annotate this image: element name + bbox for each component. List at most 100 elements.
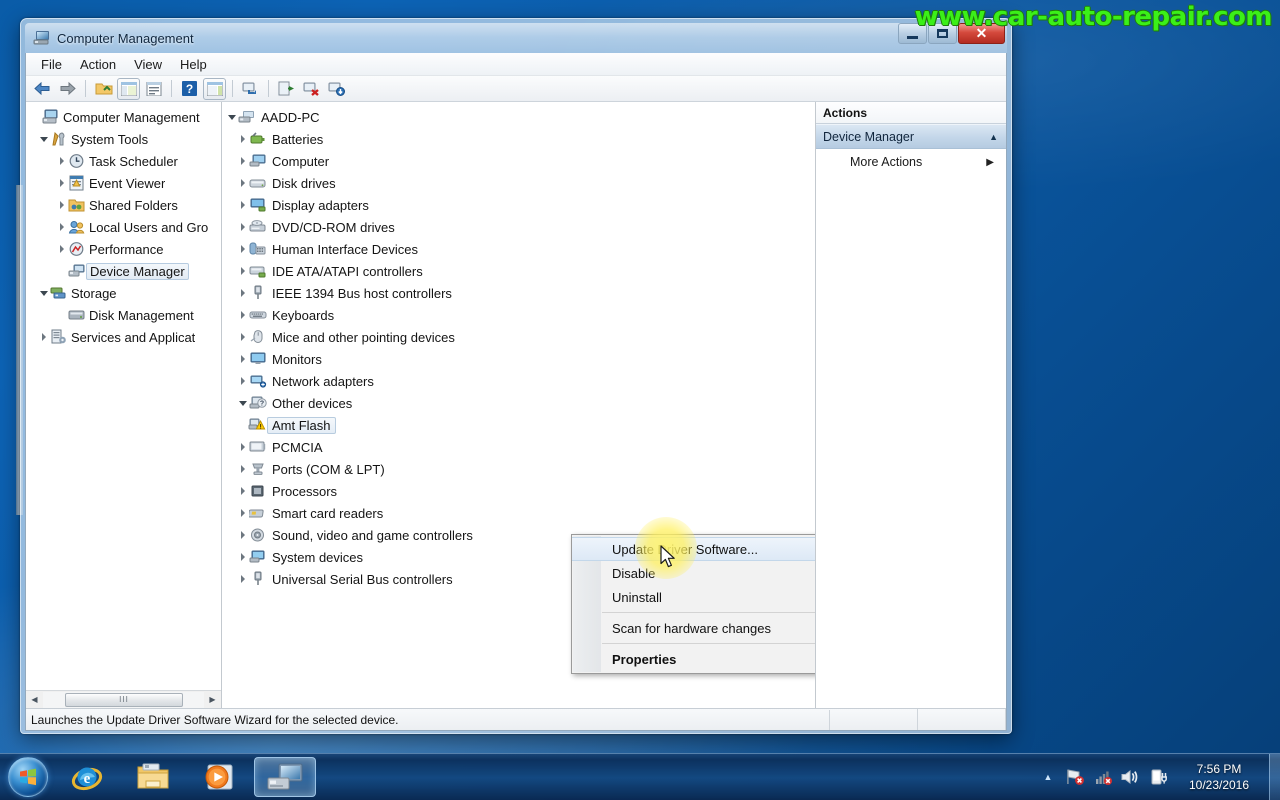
device-node-monitors[interactable]: Monitors [222, 348, 815, 370]
device-node-human-interface-devices[interactable]: Human Interface Devices [222, 238, 815, 260]
properties-icon[interactable] [142, 78, 165, 100]
tree-item-storage[interactable]: Storage [26, 282, 221, 304]
device-node-network-adapters[interactable]: Network adapters [222, 370, 815, 392]
device-node-ports[interactable]: Ports (COM & LPT) [222, 458, 815, 480]
expander-closed[interactable] [236, 355, 249, 363]
taskbar-button-internet-explorer[interactable]: e [56, 757, 118, 797]
scroll-left-arrow[interactable]: ◀ [26, 692, 43, 708]
context-menu-item-scan-for-hardware-changes[interactable]: Scan for hardware changes [572, 616, 815, 640]
tree-item-task-scheduler[interactable]: Task Scheduler [26, 150, 221, 172]
network-error-icon[interactable] [1061, 768, 1089, 786]
expander-closed[interactable] [236, 311, 249, 319]
expander-open[interactable] [236, 400, 249, 406]
tree-item-services-and-applications[interactable]: Services and Applicat [26, 326, 221, 348]
menu-view[interactable]: View [125, 55, 171, 74]
device-node-disk-drives[interactable]: Disk drives [222, 172, 815, 194]
tree-item-computer-management[interactable]: Computer Management [26, 106, 221, 128]
scan-hardware-changes-icon[interactable] [239, 78, 262, 100]
console-tree-hscrollbar[interactable]: ◀ III ▶ [26, 690, 221, 708]
expander-closed[interactable] [236, 465, 249, 473]
uninstall-device-icon[interactable] [300, 78, 323, 100]
taskbar-button-computer-management[interactable] [254, 757, 316, 797]
update-driver-icon[interactable] [275, 78, 298, 100]
expander-closed[interactable] [236, 443, 249, 451]
tree-item-device-manager[interactable]: Device Manager [26, 260, 221, 282]
expander-closed[interactable] [236, 201, 249, 209]
action-item-more-actions[interactable]: More Actions ▶ [816, 149, 1006, 175]
expander-open[interactable] [37, 136, 50, 142]
show-hidden-icons-button[interactable]: ▲ [1035, 772, 1061, 782]
expander-closed[interactable] [236, 267, 249, 275]
expander-open[interactable] [37, 290, 50, 296]
device-node-pcmcia[interactable]: PCMCIA [222, 436, 815, 458]
expander-closed[interactable] [55, 223, 68, 231]
device-node-ide-ata-atapi-controllers[interactable]: IDE ATA/ATAPI controllers [222, 260, 815, 282]
up-folder-icon[interactable] [92, 78, 115, 100]
menu-file[interactable]: File [32, 55, 71, 74]
taskbar-button-windows-media-player[interactable] [188, 757, 250, 797]
show-hide-action-pane-icon[interactable] [203, 77, 226, 100]
expander-closed[interactable] [236, 179, 249, 187]
device-tree-pane[interactable]: AADD-PC Batteries Computer Disk drives D… [222, 102, 816, 708]
device-node-display-adapters[interactable]: Display adapters [222, 194, 815, 216]
device-node-aadd-pc[interactable]: AADD-PC [222, 106, 815, 128]
device-node-other-devices[interactable]: ? Other devices [222, 392, 815, 414]
expander-closed[interactable] [236, 487, 249, 495]
device-context-menu[interactable]: Update Driver Software... Disable Uninst… [571, 534, 815, 674]
context-menu-item-uninstall[interactable]: Uninstall [572, 585, 815, 609]
expander-closed[interactable] [236, 157, 249, 165]
expander-closed[interactable] [37, 333, 50, 341]
expander-closed[interactable] [55, 201, 68, 209]
device-node-keyboards[interactable]: Keyboards [222, 304, 815, 326]
help-icon[interactable]: ? [178, 78, 201, 100]
hscroll-track[interactable]: III [43, 691, 204, 708]
device-node-processors[interactable]: Processors [222, 480, 815, 502]
device-node-amt-flash[interactable]: Amt Flash [222, 414, 815, 436]
menu-help[interactable]: Help [171, 55, 216, 74]
device-node-smart-card-readers[interactable]: Smart card readers [222, 502, 815, 524]
expander-closed[interactable] [55, 157, 68, 165]
context-menu-item-update-driver-software[interactable]: Update Driver Software... [572, 537, 815, 561]
volume-icon[interactable] [1117, 768, 1145, 786]
device-node-computer[interactable]: Computer [222, 150, 815, 172]
device-node-mice-and-other-pointing-devices[interactable]: Mice and other pointing devices [222, 326, 815, 348]
show-desktop-button[interactable] [1269, 754, 1280, 800]
tree-item-system-tools[interactable]: System Tools [26, 128, 221, 150]
expander-closed[interactable] [236, 377, 249, 385]
console-tree[interactable]: Computer Management System Tools Task Sc… [26, 102, 221, 690]
start-button[interactable] [4, 755, 52, 799]
forward-icon[interactable] [56, 78, 79, 100]
back-icon[interactable] [31, 78, 54, 100]
scroll-right-arrow[interactable]: ▶ [204, 692, 221, 708]
device-node-ieee-1394-bus-host-controllers[interactable]: IEEE 1394 Bus host controllers [222, 282, 815, 304]
expander-closed[interactable] [55, 179, 68, 187]
expander-open[interactable] [225, 114, 238, 120]
expander-closed[interactable] [236, 509, 249, 517]
expander-closed[interactable] [236, 245, 249, 253]
context-menu-item-disable[interactable]: Disable [572, 561, 815, 585]
install-legacy-hardware-icon[interactable] [325, 78, 348, 100]
clock[interactable]: 7:56 PM 10/23/2016 [1173, 761, 1265, 793]
taskbar-button-windows-explorer[interactable] [122, 757, 184, 797]
device-node-batteries[interactable]: Batteries [222, 128, 815, 150]
expander-closed[interactable] [236, 553, 249, 561]
tree-item-shared-folders[interactable]: Shared Folders [26, 194, 221, 216]
power-icon[interactable] [1145, 768, 1173, 786]
tree-item-disk-management[interactable]: Disk Management [26, 304, 221, 326]
context-menu-item-properties[interactable]: Properties [572, 647, 815, 671]
expander-closed[interactable] [236, 289, 249, 297]
tree-item-performance[interactable]: Performance [26, 238, 221, 260]
hscroll-thumb[interactable]: III [65, 692, 183, 707]
chevron-up-icon[interactable]: ▲ [989, 132, 998, 142]
expander-closed[interactable] [236, 135, 249, 143]
window-titlebar[interactable]: Computer Management ✕ [25, 23, 1007, 53]
expander-closed[interactable] [236, 575, 249, 583]
expander-closed[interactable] [236, 223, 249, 231]
expander-closed[interactable] [236, 531, 249, 539]
tree-item-event-viewer[interactable]: Event Viewer [26, 172, 221, 194]
actions-group-device-manager[interactable]: Device Manager ▲ [816, 124, 1006, 149]
menu-action[interactable]: Action [71, 55, 125, 74]
show-hide-console-tree-icon[interactable] [117, 77, 140, 100]
tree-item-local-users-and-groups[interactable]: Local Users and Gro [26, 216, 221, 238]
device-node-dvd-cdrom-drives[interactable]: DVD/CD-ROM drives [222, 216, 815, 238]
